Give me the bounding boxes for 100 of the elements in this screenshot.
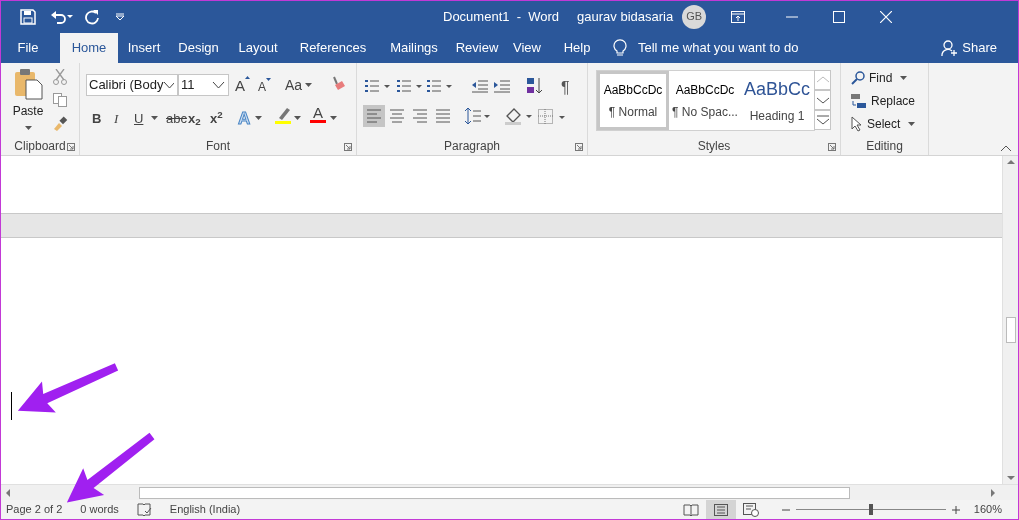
numbered-list-icon[interactable] [427,79,453,93]
font-size-dropdown[interactable]: 11 [178,74,229,96]
grow-font-button[interactable]: A [235,76,250,93]
scroll-left-icon[interactable] [5,488,11,497]
copy-icon[interactable] [53,93,67,107]
scissors-icon[interactable] [53,69,67,85]
caret-icon[interactable] [900,76,908,80]
language-status[interactable]: English (India) [169,501,241,518]
proofing-icon[interactable] [136,502,152,517]
down-triangle-icon [266,78,271,81]
clipboard-icon [13,68,43,100]
caret-icon[interactable] [908,122,916,126]
highlighter-icon[interactable] [275,107,293,124]
ribbon-tab[interactable]: Help [551,33,603,63]
caret-icon[interactable] [151,116,158,120]
show-marks-button[interactable]: ¶ [561,76,570,100]
style-item[interactable]: AaBbCc Heading 1 [741,71,813,130]
gallery-down-icon[interactable] [814,90,831,110]
redo-icon[interactable] [84,8,100,25]
font-name: Calibri (Body [88,76,164,95]
style-preview: AaBbCc [744,78,810,101]
zoom-slider[interactable] [795,504,946,515]
font-name-dropdown[interactable]: Calibri (Body [86,74,178,96]
style-name: ¶ No Spac... [672,103,738,121]
ribbon-tab[interactable]: File [8,33,48,63]
caret-icon[interactable] [305,83,313,87]
maximize-icon[interactable] [833,10,846,23]
print-layout-icon[interactable] [705,500,736,519]
vertical-scrollbar[interactable] [1002,156,1018,484]
style-item[interactable]: AaBbCcDc ¶ Normal [597,71,669,130]
font-size: 11 [180,76,196,95]
format-button[interactable]: B [92,109,102,129]
dialog-launcher-icon[interactable] [575,143,583,151]
user-name: gaurav bidasaria [577,7,674,26]
format-button[interactable]: U [134,109,144,129]
ribbon-tab[interactable]: Home [60,33,118,63]
dialog-launcher-icon[interactable] [344,143,352,151]
group-label: Editing [866,138,903,155]
format-button[interactable]: x$_{2}$ [188,109,201,129]
borders-icon[interactable] [538,109,566,125]
dialog-launcher-icon[interactable] [828,143,836,151]
eraser-icon[interactable] [330,76,346,92]
gallery-more-icon[interactable] [814,110,831,130]
customize-icon[interactable] [115,12,125,21]
shading-icon[interactable] [505,107,533,125]
tell-me-field[interactable]: Tell me what you want to do [638,38,808,58]
bullet-list-icon[interactable] [365,79,391,93]
ribbon-tab[interactable]: Mailings [377,33,451,63]
page-count[interactable]: Page 2 of 2 [6,501,63,518]
scroll-right-icon[interactable] [990,488,996,497]
format-button[interactable]: x$^{2}$ [210,109,223,129]
ribbon-display-icon[interactable] [731,10,746,23]
paintbrush-icon[interactable] [52,115,68,131]
ribbon-tab[interactable]: View [503,33,551,63]
horizontal-scrollbar[interactable] [1,484,1018,500]
close-icon[interactable] [880,10,893,23]
style-item[interactable]: AaBbCcDc ¶ No Spac... [669,71,741,130]
share-button[interactable]: Share [941,33,997,63]
ribbon-tab[interactable]: Insert [118,33,170,63]
collapse-ribbon-icon[interactable] [1000,145,1012,152]
ribbon-tab[interactable]: References [289,33,377,63]
editing-button[interactable]: Find [851,68,908,88]
change-case-button[interactable]: Aa [285,76,313,94]
zoom-thumb[interactable] [868,504,873,515]
paste-button[interactable]: Paste [7,68,49,133]
paste-label: Paste [12,103,44,120]
scroll-thumb[interactable] [139,486,850,499]
scroll-up-icon[interactable] [1006,159,1015,165]
increase-indent-icon[interactable] [494,80,510,93]
ribbon-tab[interactable]: Layout [227,33,289,63]
undo-icon[interactable] [50,9,74,24]
minimize-icon[interactable] [786,15,799,18]
zoom-in-icon[interactable] [951,505,960,514]
word-count[interactable]: 0 words [80,501,119,518]
caret-icon[interactable] [294,116,301,120]
pointer-icon [851,116,863,132]
group-label: Styles [697,138,731,155]
dialog-launcher-icon[interactable] [67,143,75,151]
font-color-button[interactable]: A [310,105,326,123]
numbered-list-icon[interactable] [397,79,423,93]
scroll-down-icon[interactable] [1006,475,1015,481]
ribbon-tab[interactable]: Review [451,33,503,63]
caret-icon[interactable] [255,116,262,120]
editing-button[interactable]: Replace [851,91,916,111]
caret-icon[interactable] [24,126,32,130]
shrink-font-button[interactable]: A [258,78,271,93]
chevron-icon [212,81,225,89]
editing-button[interactable]: Select [851,114,916,134]
format-button[interactable]: abc [166,109,187,129]
ribbon-tab[interactable]: Design [170,33,227,63]
sort-icon[interactable] [527,77,543,95]
decrease-indent-icon[interactable] [472,80,488,93]
save-icon[interactable] [20,8,36,25]
scroll-thumb[interactable] [1005,317,1016,343]
user-avatar[interactable]: GB [682,4,707,29]
format-button[interactable]: I [114,109,119,129]
line-spacing-icon[interactable] [465,107,491,125]
caret-icon[interactable] [330,116,337,120]
replace-icon [851,93,867,109]
zoom-level[interactable]: 160% [973,501,1002,518]
